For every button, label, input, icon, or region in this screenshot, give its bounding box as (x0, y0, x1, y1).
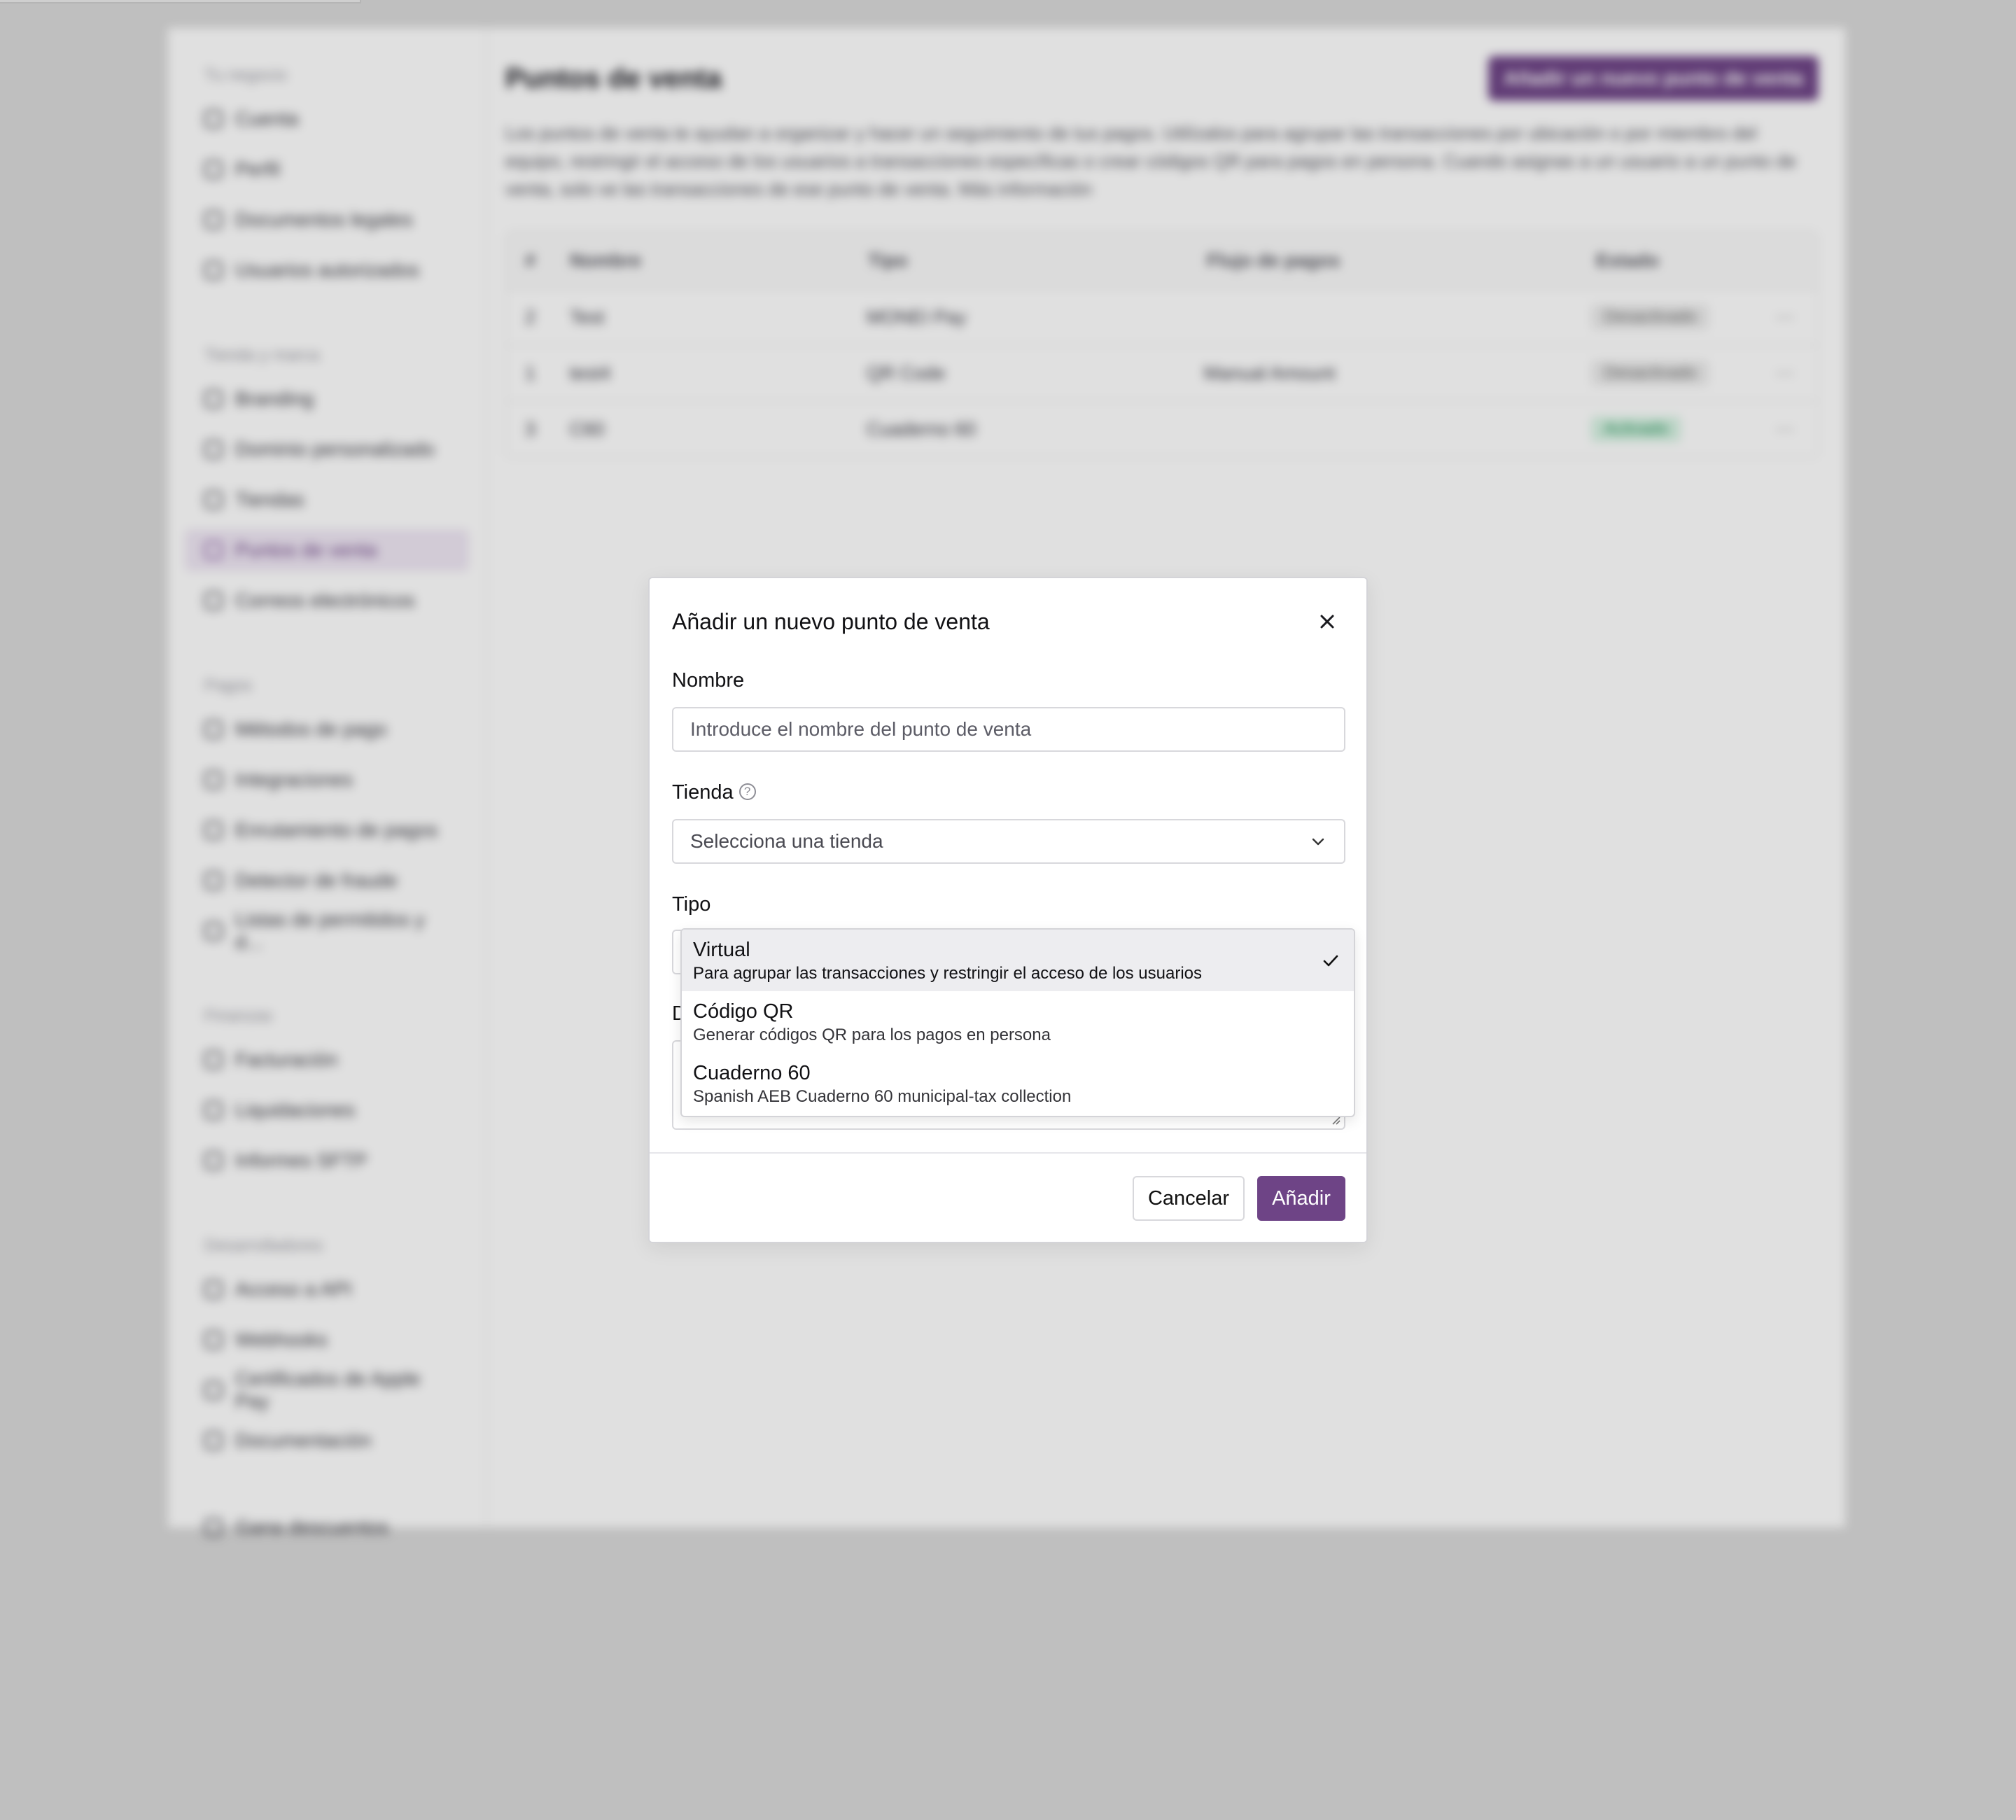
add-button[interactable]: Añadir (1257, 1176, 1345, 1221)
cancel-button[interactable]: Cancelar (1133, 1176, 1245, 1221)
option-title: Cuaderno 60 (693, 1062, 811, 1084)
add-point-of-sale-dialog: Añadir un nuevo punto de venta Nombre Ti… (648, 577, 1368, 1243)
name-input[interactable] (672, 707, 1345, 752)
option-title: Código QR (693, 1000, 794, 1023)
option-subtitle: Para agrupar las transacciones y restrin… (693, 964, 1203, 983)
type-label: Tipo (672, 893, 711, 916)
type-option-qr-code[interactable]: Código QR Generar códigos QR para los pa… (682, 991, 1354, 1053)
name-label: Nombre (672, 669, 745, 692)
help-icon[interactable]: ? (738, 783, 756, 801)
option-title: Virtual (693, 939, 750, 961)
chevron-down-icon (1312, 838, 1324, 846)
dialog-title: Añadir un nuevo punto de venta (672, 609, 990, 634)
close-icon[interactable] (1316, 610, 1338, 633)
option-subtitle: Spanish AEB Cuaderno 60 municipal-tax co… (693, 1087, 1072, 1106)
type-option-cuaderno-60[interactable]: Cuaderno 60 Spanish AEB Cuaderno 60 muni… (682, 1053, 1354, 1114)
store-label-text: Tienda (672, 781, 734, 804)
checkmark-icon (1323, 955, 1338, 967)
option-subtitle: Generar códigos QR para los pagos en per… (693, 1026, 1051, 1044)
dialog-footer-divider (650, 1152, 1366, 1154)
store-select-value: Selecciona una tienda (690, 830, 883, 852)
store-label: Tienda? (672, 781, 756, 804)
type-option-virtual[interactable]: Virtual Para agrupar las transacciones y… (682, 930, 1354, 991)
store-select[interactable]: Selecciona una tienda (672, 819, 1345, 864)
type-dropdown-menu: Virtual Para agrupar las transacciones y… (680, 928, 1355, 1117)
